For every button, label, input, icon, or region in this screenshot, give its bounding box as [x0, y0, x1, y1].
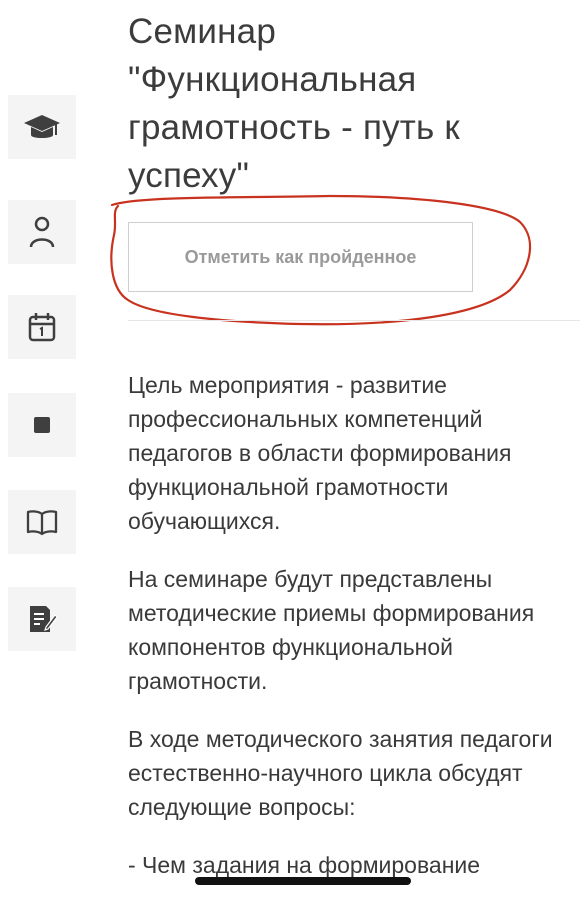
sidebar-item-assignments[interactable]: [8, 587, 76, 651]
divider: [128, 320, 580, 321]
lesson-page: Семинар "Функциональная грамотность - пу…: [0, 0, 580, 899]
notes-edit-icon: [30, 606, 58, 632]
calendar-icon: [28, 313, 56, 342]
lesson-content: Цель мероприятия - развитие профессионал…: [128, 368, 578, 899]
sidebar-item-square[interactable]: [8, 393, 76, 457]
mark-complete-button[interactable]: Отметить как пройденное: [128, 222, 473, 292]
sidebar-item-profile[interactable]: [8, 200, 76, 264]
paragraph-methods: На семинаре будут представлены методичес…: [128, 566, 535, 694]
paragraph-questions: В ходе методического занятия педагоги ес…: [128, 726, 553, 820]
sidebar-item-calendar[interactable]: [8, 295, 76, 359]
graduation-cap-icon: [24, 115, 60, 138]
user-icon: [29, 216, 55, 248]
home-indicator[interactable]: [195, 877, 411, 885]
square-icon: [34, 417, 50, 433]
sidebar-item-library[interactable]: [8, 490, 76, 554]
paragraph-goal: Цель мероприятия - развитие профессионал…: [128, 372, 512, 534]
book-icon: [26, 510, 58, 536]
sidebar-item-courses[interactable]: [8, 95, 76, 159]
page-title: Семинар "Функциональная грамотность - пу…: [128, 12, 460, 195]
